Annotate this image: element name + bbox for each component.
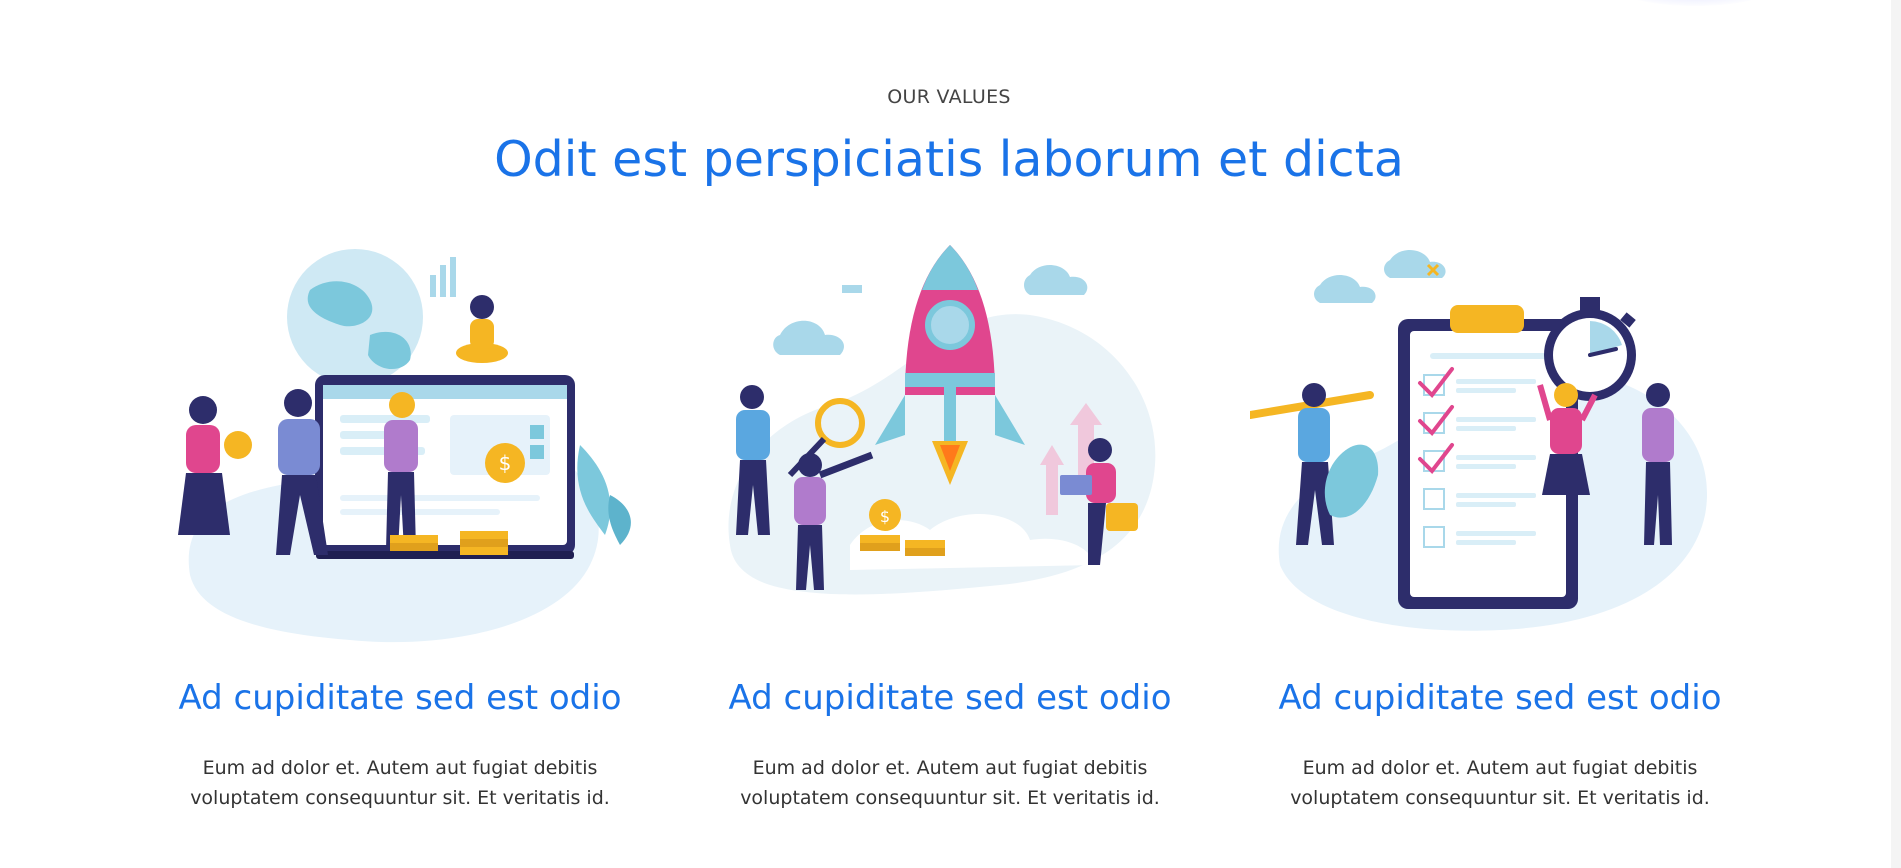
- team-finance-screen-illustration: $: [178, 249, 631, 643]
- section-eyebrow: OUR VALUES: [887, 86, 1011, 108]
- card-3-title: Ad cupiditate sed est odio: [1278, 678, 1722, 718]
- card-1-title: Ad cupiditate sed est odio: [178, 678, 622, 718]
- svg-text:$: $: [880, 507, 890, 526]
- section-title: Odit est perspiciatis laborum et dicta: [494, 131, 1404, 188]
- card-3-text: Eum ad dolor et. Autem aut fugiat debiti…: [1290, 757, 1710, 809]
- value-card-1: $ Ad cupiditate sed est odio Eum ad dolo…: [140, 245, 660, 845]
- card-1-text: Eum ad dolor et. Autem aut fugiat debiti…: [190, 757, 610, 809]
- checklist-stopwatch-illustration: [1250, 250, 1708, 631]
- value-card-2: $ Ad cupiditate sed est odio Eum ad dolo…: [690, 245, 1210, 845]
- card-2-title: Ad cupiditate sed est odio: [728, 678, 1172, 718]
- section-header: OUR VALUES Odit est perspiciatis laborum…: [0, 84, 1898, 188]
- values-cards: $ Ad cupiditate sed est odio Eum ad dolo…: [0, 245, 1898, 845]
- decorative-glow: [1610, 0, 1780, 6]
- rocket-launch-illustration: $: [728, 245, 1156, 595]
- value-card-3: Ad cupiditate sed est odio Eum ad dolor …: [1240, 245, 1760, 845]
- card-2-text: Eum ad dolor et. Autem aut fugiat debiti…: [740, 757, 1160, 809]
- values-section-page: OUR VALUES Odit est perspiciatis laborum…: [0, 0, 1901, 868]
- svg-text:$: $: [499, 451, 512, 475]
